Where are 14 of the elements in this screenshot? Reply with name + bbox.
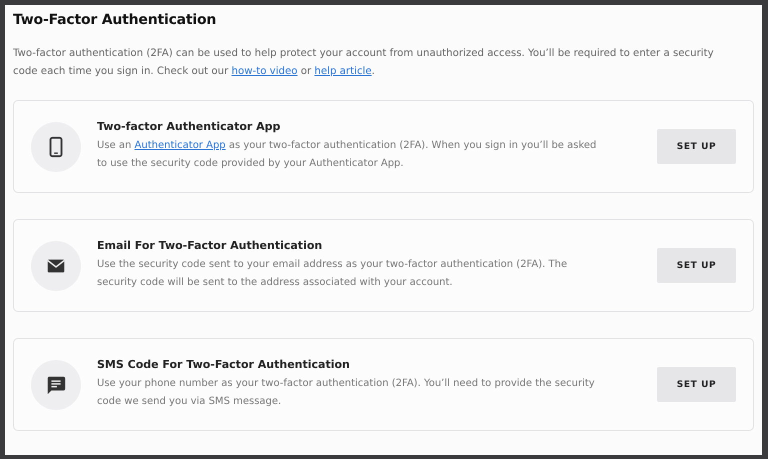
link[interactable]: how-to video [232, 66, 298, 77]
method-title: SMS Code For Two-Factor Authentication [97, 358, 351, 371]
link[interactable]: help article [314, 66, 372, 77]
setup-button[interactable]: SET UP [657, 129, 736, 164]
method-description: Use your phone number as your two-factor authentication (2FA). You’ll need to provide the security code we send you via SMS message. [97, 377, 596, 409]
setup-button[interactable]: SET UP [657, 248, 736, 283]
method-title: Email For Two-Factor Authentication [97, 239, 324, 252]
page-title: Two-Factor Authentication [13, 11, 218, 28]
method-description: Use an Authenticator App as your two-factor authentication (2FA). When you sign in you’ll be asked to use the security code provided by your Authenticator App. [97, 139, 598, 171]
setup-button[interactable]: SET UP [657, 367, 736, 402]
method-title: Two-factor Authenticator App [97, 120, 282, 133]
link[interactable]: Authenticator App [134, 140, 226, 151]
intro-text: Two-factor authentication (2FA) can be used to help protect your account from unauthorized access. You’ll be required to enter a security code each time you sign in. Check out our how-to video or help article. [13, 47, 715, 79]
method-description: Use the security code sent to your email address as your two-factor authentication (2FA). The security code will be sent to the address associated with your account. [97, 258, 568, 290]
